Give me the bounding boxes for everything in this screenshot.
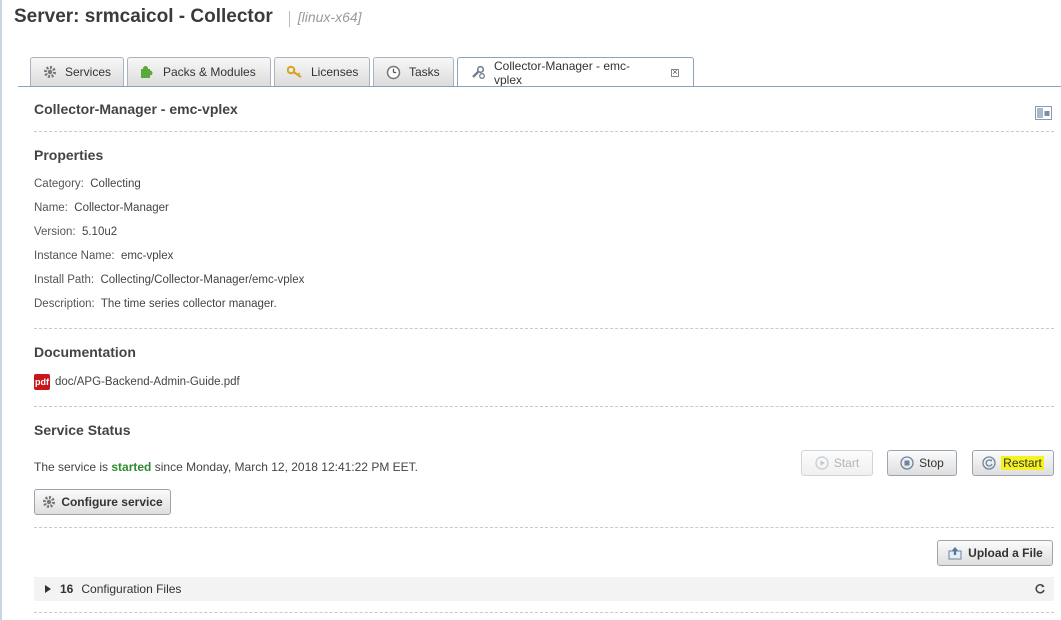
section-divider <box>34 131 1054 132</box>
property-install-path: Install Path: Collecting/Collector-Manag… <box>34 274 304 286</box>
stop-button[interactable]: Stop <box>887 450 957 476</box>
tab-services[interactable]: Services <box>30 57 124 86</box>
property-version: Version: 5.10u2 <box>34 226 117 238</box>
service-detail-panel: Collector-Manager - emc-vplex Properties… <box>18 87 1061 620</box>
puzzle-icon <box>140 65 155 80</box>
property-key: Instance Name: <box>34 250 115 262</box>
property-value: The time series collector manager. <box>100 298 277 310</box>
restart-button[interactable]: Restart <box>972 450 1054 476</box>
documentation-link[interactable]: pdf doc/APG-Backend-Admin-Guide.pdf <box>34 374 240 390</box>
header-separator <box>288 11 290 27</box>
start-button-label: Start <box>833 456 860 470</box>
property-key: Name: <box>34 202 68 214</box>
refresh-icon[interactable] <box>1034 583 1046 595</box>
upload-file-label: Upload a File <box>968 546 1043 560</box>
restart-icon <box>982 456 996 470</box>
tab-label: Licenses <box>311 65 359 79</box>
property-value: 5.10u2 <box>81 226 118 238</box>
play-icon <box>815 456 829 470</box>
property-description: Description: The time series collector m… <box>34 298 277 310</box>
section-divider <box>34 612 1054 613</box>
expand-triangle-icon[interactable] <box>45 585 51 593</box>
documentation-heading: Documentation <box>34 344 136 360</box>
configure-service-button[interactable]: Configure service <box>34 489 171 515</box>
configure-service-label: Configure service <box>61 495 163 509</box>
property-value: Collector-Manager <box>74 202 169 214</box>
key-icon <box>287 65 303 79</box>
property-key: Install Path: <box>34 274 95 286</box>
status-prefix: The service is <box>34 460 109 474</box>
property-value: Collecting/Collector-Manager/emc-vplex <box>100 274 305 286</box>
section-divider <box>34 328 1054 329</box>
section-divider <box>34 406 1054 407</box>
platform-label: [linux-x64] <box>297 9 362 25</box>
property-instance-name: Instance Name: emc-vplex <box>34 250 173 262</box>
detach-window-icon[interactable] <box>1035 106 1052 123</box>
tab-bar: Services Packs & Modules Licenses Tasks … <box>30 57 694 87</box>
left-edge-rule <box>0 0 2 620</box>
section-divider <box>34 527 1054 528</box>
stop-button-label: Stop <box>919 456 944 470</box>
tab-label: Services <box>65 65 112 79</box>
configuration-files-label: Configuration Files <box>81 582 182 596</box>
property-key: Description: <box>34 298 95 310</box>
pdf-icon: pdf <box>34 374 50 390</box>
upload-file-button[interactable]: Upload a File <box>937 540 1053 566</box>
property-category: Category: Collecting <box>34 178 141 190</box>
tab-label: Collector-Manager - emc-vplex <box>494 58 631 87</box>
stop-icon <box>900 456 914 470</box>
service-status-text: The service is started since Monday, Mar… <box>34 460 418 474</box>
property-key: Category: <box>34 178 84 190</box>
tab-label: Tasks <box>409 65 440 79</box>
page-header: Server: srmcaicol - Collector [linux-x64… <box>14 6 362 32</box>
property-name: Name: Collector-Manager <box>34 202 169 214</box>
tab-licenses[interactable]: Licenses <box>274 57 370 86</box>
status-since: since Monday, March 12, 2018 12:41:22 PM… <box>154 460 418 474</box>
configuration-files-row[interactable]: 16 Configuration Files <box>34 577 1054 601</box>
wrench-icon <box>470 65 486 80</box>
clock-icon <box>386 65 401 80</box>
upload-icon <box>947 546 963 560</box>
property-value: emc-vplex <box>120 250 174 262</box>
close-tab-icon[interactable]: × <box>671 68 679 77</box>
page-title: Server: srmcaicol - Collector <box>14 6 273 27</box>
documentation-link-text: doc/APG-Backend-Admin-Guide.pdf <box>55 376 240 388</box>
property-value: Collecting <box>90 178 141 190</box>
gear-icon <box>42 495 56 509</box>
gear-icon <box>43 65 57 79</box>
service-status-heading: Service Status <box>34 422 131 438</box>
properties-heading: Properties <box>34 147 104 163</box>
property-key: Version: <box>34 226 76 238</box>
tab-packs-modules[interactable]: Packs & Modules <box>127 57 271 86</box>
tab-label: Packs & Modules <box>163 65 256 79</box>
status-badge: started <box>111 460 152 474</box>
file-count: 16 <box>60 582 74 596</box>
tab-collector-manager[interactable]: Collector-Manager - emc-vplex × <box>457 57 694 87</box>
start-button[interactable]: Start <box>801 450 873 476</box>
panel-title: Collector-Manager - emc-vplex <box>34 101 238 117</box>
restart-button-label: Restart <box>1001 456 1044 470</box>
tab-tasks[interactable]: Tasks <box>373 57 454 86</box>
